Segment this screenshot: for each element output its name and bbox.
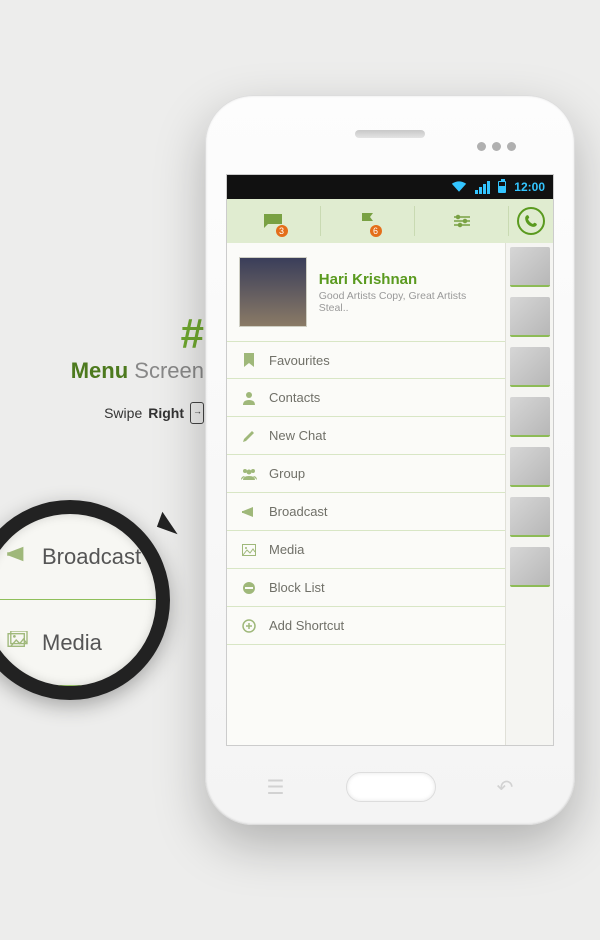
- profile-info: Hari Krishnan Good Artists Copy, Great A…: [319, 271, 493, 314]
- magnified-row-broadcast: Broadcast: [0, 514, 156, 600]
- contact-avatar[interactable]: [510, 547, 550, 587]
- group-icon: [241, 468, 257, 480]
- magnifier-lens: Broadcast Media: [0, 500, 170, 700]
- contact-avatar[interactable]: [510, 397, 550, 437]
- hash-symbol: #: [24, 310, 204, 358]
- magnified-row-media: Media: [0, 600, 156, 686]
- menu-item-label: Group: [269, 466, 305, 481]
- wifi-icon: [451, 181, 467, 193]
- menu-item-label: Add Shortcut: [269, 618, 344, 633]
- image-icon: [241, 544, 257, 556]
- contacts-strip[interactable]: [505, 243, 553, 745]
- block-icon: [241, 581, 257, 595]
- menu-item-label: Media: [269, 542, 304, 557]
- signal-icon: [475, 181, 490, 194]
- contact-avatar[interactable]: [510, 497, 550, 537]
- menu-item-label: Contacts: [269, 390, 320, 405]
- tab-chats[interactable]: 3: [227, 206, 321, 236]
- profile-status: Good Artists Copy, Great Artists Steal..: [319, 290, 493, 314]
- menu-item-label: New Chat: [269, 428, 326, 443]
- person-icon: [241, 391, 257, 405]
- contact-avatar[interactable]: [510, 347, 550, 387]
- battery-icon: [498, 181, 506, 193]
- home-hw-button[interactable]: [346, 772, 436, 802]
- tab-flagged[interactable]: 6: [321, 206, 415, 236]
- menu-item-label: Broadcast: [269, 504, 328, 519]
- bookmark-icon: [241, 353, 257, 367]
- megaphone-icon: [6, 545, 30, 569]
- menu-hw-button[interactable]: ☰: [267, 775, 285, 800]
- main-area: Hari Krishnan Good Artists Copy, Great A…: [227, 243, 553, 745]
- menu-panel: Hari Krishnan Good Artists Copy, Great A…: [227, 243, 505, 745]
- showcase-title: Menu Screen: [24, 358, 204, 384]
- clock: 12:00: [514, 180, 545, 194]
- profile-name: Hari Krishnan: [319, 271, 493, 288]
- menu-item-add-shortcut[interactable]: Add Shortcut: [227, 607, 505, 645]
- phone-icon: [517, 207, 545, 235]
- menu-item-new-chat[interactable]: New Chat: [227, 417, 505, 455]
- earpiece: [355, 130, 425, 138]
- plus-icon: [241, 619, 257, 633]
- menu-item-label: Favourites: [269, 353, 330, 368]
- flags-badge: 6: [370, 225, 382, 237]
- contact-avatar[interactable]: [510, 447, 550, 487]
- menu-item-block-list[interactable]: Block List: [227, 569, 505, 607]
- avatar: [239, 257, 307, 327]
- contact-avatar[interactable]: [510, 297, 550, 337]
- contact-avatar[interactable]: [510, 247, 550, 287]
- chats-badge: 3: [276, 225, 288, 237]
- menu-item-contacts[interactable]: Contacts: [227, 379, 505, 417]
- sensor-dots: [477, 142, 516, 151]
- showcase-description: # Menu Screen Swipe Right: [24, 310, 204, 424]
- android-statusbar: 12:00: [227, 175, 553, 199]
- menu-item-favourites[interactable]: Favourites: [227, 341, 505, 379]
- hardware-buttons: ☰ ↶: [206, 772, 574, 802]
- pencil-icon: [241, 429, 257, 443]
- tab-settings[interactable]: [415, 206, 509, 236]
- top-tabbar: 3 6: [227, 199, 553, 243]
- magnifier-pointer: [157, 512, 183, 535]
- tab-call[interactable]: [509, 207, 553, 235]
- megaphone-icon: [241, 506, 257, 518]
- phone-screen: 12:00 3 6: [226, 174, 554, 746]
- back-hw-button[interactable]: ↶: [497, 775, 514, 800]
- image-icon: [6, 631, 30, 655]
- menu-item-media[interactable]: Media: [227, 531, 505, 569]
- phone-frame: 12:00 3 6: [205, 95, 575, 825]
- swipe-hint: Swipe Right: [24, 402, 204, 424]
- profile-header[interactable]: Hari Krishnan Good Artists Copy, Great A…: [227, 243, 505, 341]
- swipe-phone-icon: [190, 402, 204, 424]
- menu-item-group[interactable]: Group: [227, 455, 505, 493]
- menu-item-broadcast[interactable]: Broadcast: [227, 493, 505, 531]
- menu-list: Favourites Contacts New Chat Group: [227, 341, 505, 645]
- menu-item-label: Block List: [269, 580, 325, 595]
